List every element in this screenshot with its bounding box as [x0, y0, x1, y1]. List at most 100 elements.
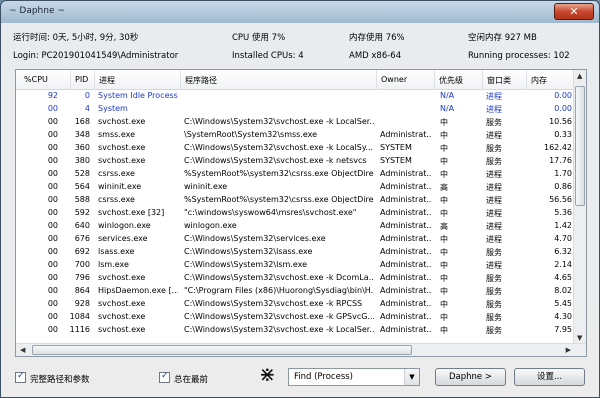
- cell-wclass: 服务: [486, 326, 502, 335]
- cell-proc: System: [98, 104, 128, 113]
- cell-prio: 中: [440, 287, 448, 296]
- cell-pid: 0: [84, 91, 90, 100]
- header-path[interactable]: 程序路径: [180, 70, 217, 90]
- cell-pid: 640: [74, 221, 90, 230]
- cell-wclass: 服务: [486, 118, 502, 127]
- table-row[interactable]: 00 676 services.exe C:\Windows\System32\ser…: [16, 233, 574, 246]
- title-bar[interactable]: ~ Daphne ~ ✕: [1, 1, 599, 23]
- table-row[interactable]: 92 0 System Idle Process N/A 进程 0.00: [16, 90, 574, 103]
- cell-wclass: 进程: [486, 261, 502, 270]
- cell-path: \SystemRoot\System32\smss.exe: [184, 130, 318, 139]
- cell-wclass: 服务: [486, 248, 502, 257]
- table-row[interactable]: 00 4 System N/A 进程 0.00: [16, 103, 574, 116]
- header-owner[interactable]: Owner: [376, 70, 407, 90]
- cell-cpu: 00: [47, 273, 58, 282]
- crosshair-finder-icon[interactable]: ⋇: [259, 364, 276, 384]
- header-pid[interactable]: PID: [70, 70, 88, 90]
- vertical-scroll-thumb[interactable]: [575, 86, 585, 206]
- cell-mem: 2.14: [554, 260, 572, 269]
- table-header: %CPU PID 进程 程序路径 Owner 优先级 窗口类 内存: [16, 70, 574, 90]
- cell-wclass: 进程: [486, 92, 502, 101]
- cell-wclass: 服务: [486, 144, 502, 153]
- cell-pid: 796: [74, 273, 90, 282]
- cell-pid: 864: [74, 286, 90, 295]
- cell-proc: HipsDaemon.exe [...: [98, 286, 178, 295]
- table-row[interactable]: 00 692 lsass.exe C:\Windows\System32\lsass.…: [16, 246, 574, 259]
- cell-wclass: 服务: [486, 300, 502, 309]
- chevron-down-icon[interactable]: ▼: [404, 369, 419, 385]
- table-row[interactable]: 00 1084 svchost.exe C:\Windows\System32\svc…: [16, 311, 574, 324]
- header-priority[interactable]: 优先级: [434, 70, 463, 90]
- always-on-top-label[interactable]: 总在最前: [174, 373, 208, 385]
- cell-path: C:\Windows\System32\svchost.exe -k DcomL…: [184, 273, 374, 282]
- cell-mem: 4.65: [554, 273, 572, 282]
- table-row[interactable]: 00 528 csrss.exe %SystemRoot%\system32\csrs…: [16, 168, 574, 181]
- full-path-label[interactable]: 完整路径和参数: [30, 373, 90, 385]
- horizontal-scrollbar[interactable]: ◀ ▶: [16, 343, 586, 356]
- table-row[interactable]: 00 640 winlogon.exe winlogon.exe Administrat…: [16, 220, 574, 233]
- horizontal-scroll-thumb[interactable]: [32, 345, 412, 355]
- cell-wclass: 服务: [486, 287, 502, 296]
- scroll-up-icon[interactable]: ▲: [577, 72, 582, 80]
- settings-button[interactable]: 设置...: [514, 368, 585, 386]
- cell-owner: Administrat...: [380, 299, 432, 308]
- cell-cpu: 00: [47, 156, 58, 165]
- cell-wclass: 服务: [486, 274, 502, 283]
- cell-path: C:\Windows\System32\lsass.exe: [184, 247, 313, 256]
- table-row[interactable]: 00 380 svchost.exe C:\Windows\System32\svch…: [16, 155, 574, 168]
- header-process[interactable]: 进程: [94, 70, 115, 90]
- table-row[interactable]: 00 592 svchost.exe [32] "c:\windows\syswow6…: [16, 207, 574, 220]
- installed-cpus-text: Installed CPUs: 4: [232, 51, 304, 61]
- table-row[interactable]: 00 1116 svchost.exe C:\Windows\System32\svc…: [16, 324, 574, 337]
- process-table: %CPU PID 进程 程序路径 Owner 优先级 窗口类 内存 92 0 Sys…: [15, 69, 587, 357]
- cell-proc: lsass.exe: [98, 247, 135, 256]
- table-row[interactable]: 00 588 csrss.exe %SystemRoot%\system32\csrs…: [16, 194, 574, 207]
- scroll-right-icon[interactable]: ▶: [566, 346, 571, 354]
- table-row[interactable]: 00 168 svchost.exe C:\Windows\System32\svch…: [16, 116, 574, 129]
- cell-mem: 8.02: [554, 286, 572, 295]
- cell-proc: wininit.exe: [98, 182, 142, 191]
- cell-cpu: 00: [47, 221, 58, 230]
- cell-prio: 中: [440, 118, 448, 127]
- daphne-button[interactable]: Daphne >: [435, 368, 506, 386]
- table-row[interactable]: 00 796 svchost.exe C:\Windows\System32\svch…: [16, 272, 574, 285]
- cell-owner: Administrat...: [380, 286, 432, 295]
- cell-proc: svchost.exe: [98, 312, 146, 321]
- table-row[interactable]: 00 700 lsm.exe C:\Windows\System32\lsm.exe A…: [16, 259, 574, 272]
- cell-pid: 348: [74, 130, 90, 139]
- cell-proc: svchost.exe: [98, 156, 146, 165]
- always-on-top-checkbox[interactable]: [159, 371, 170, 383]
- cell-mem: 1.70: [554, 169, 572, 178]
- full-path-checkbox[interactable]: [15, 371, 26, 383]
- table-row[interactable]: 00 864 HipsDaemon.exe [... "C:\Program File…: [16, 285, 574, 298]
- table-row[interactable]: 00 348 smss.exe \SystemRoot\System32\smss.e…: [16, 129, 574, 142]
- cell-cpu: 00: [47, 117, 58, 126]
- cell-wclass: 进程: [486, 183, 502, 192]
- header-memory[interactable]: 内存: [526, 70, 574, 90]
- cell-pid: 676: [74, 234, 90, 243]
- cell-prio: N/A: [440, 91, 455, 100]
- cell-cpu: 00: [47, 234, 58, 243]
- cell-owner: Administrat...: [380, 195, 432, 204]
- close-button[interactable]: ✕: [554, 3, 594, 20]
- cell-wclass: 进程: [486, 222, 502, 231]
- cell-prio: N/A: [440, 104, 455, 113]
- cell-owner: SYSTEM: [380, 156, 412, 165]
- cell-prio: 中: [440, 300, 448, 309]
- header-cpu[interactable]: %CPU: [24, 75, 48, 84]
- header-window-class[interactable]: 窗口类: [482, 70, 511, 90]
- cell-mem: 4.70: [554, 234, 572, 243]
- table-row[interactable]: 00 564 wininit.exe wininit.exe Administrat..…: [16, 181, 574, 194]
- table-row[interactable]: 00 360 svchost.exe C:\Windows\System32\svch…: [16, 142, 574, 155]
- cell-path: %SystemRoot%\system32\csrss.exe ObjectDi…: [184, 195, 374, 204]
- cell-proc: svchost.exe [32]: [98, 208, 165, 217]
- cell-prio: 中: [440, 274, 448, 283]
- find-select[interactable]: Find (Process) ▼: [288, 368, 420, 386]
- scroll-left-icon[interactable]: ◀: [20, 346, 25, 354]
- cell-path: winlogon.exe: [184, 221, 237, 230]
- cell-mem: 7.95: [554, 325, 572, 334]
- cell-owner: Administrat...: [380, 169, 432, 178]
- table-row[interactable]: 00 928 svchost.exe C:\Windows\System32\svch…: [16, 298, 574, 311]
- vertical-scrollbar[interactable]: ▲ ▼: [573, 70, 586, 344]
- scroll-down-icon[interactable]: ▼: [577, 334, 582, 342]
